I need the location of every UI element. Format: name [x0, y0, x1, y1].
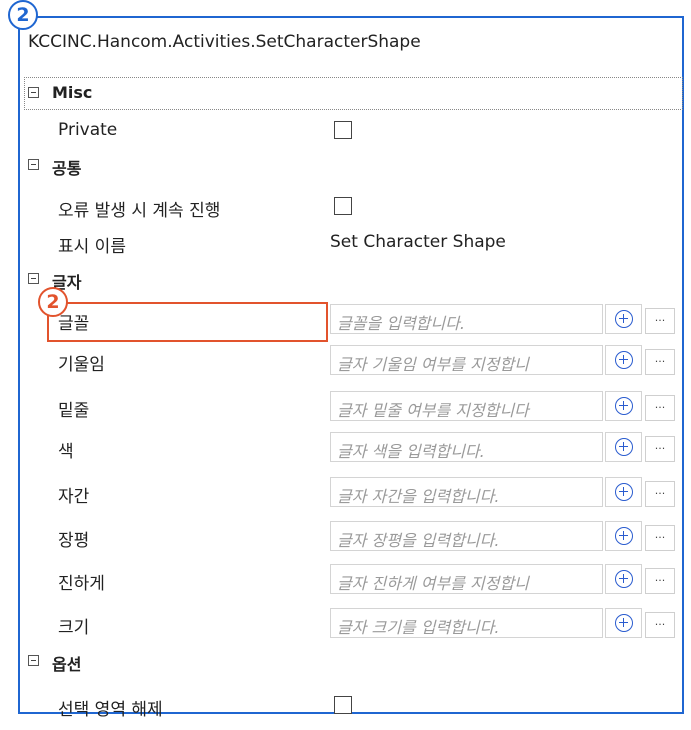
collapse-icon[interactable]: [28, 273, 39, 284]
category-char[interactable]: 글자: [24, 262, 681, 298]
property-row-continue-on-error: 오류 발생 시 계속 진행: [24, 188, 681, 224]
property-row-italic: 기울임 글자 기울임 여부를 지정합니 ...: [24, 342, 681, 378]
spacing-more-button[interactable]: ...: [645, 481, 675, 507]
category-label: 공통: [52, 159, 82, 178]
plus-circle-icon: [615, 310, 633, 328]
property-row-private: Private: [24, 112, 681, 148]
underline-more-button[interactable]: ...: [645, 395, 675, 421]
spacing-add-button[interactable]: [605, 477, 642, 507]
font-more-button[interactable]: ...: [645, 308, 675, 334]
bold-input[interactable]: 글자 진하게 여부를 지정합니: [330, 564, 603, 594]
property-row-deselect: 선택 영역 해제: [24, 687, 681, 723]
property-label: 색: [58, 442, 74, 462]
property-label: 자간: [58, 487, 90, 507]
plus-circle-icon: [615, 351, 633, 369]
plus-circle-icon: [615, 570, 633, 588]
property-label: 오류 발생 시 계속 진행: [58, 201, 221, 221]
size-input[interactable]: 글자 크기를 입력합니다.: [330, 608, 603, 638]
property-row-spacing: 자간 글자 자간을 입력합니다. ...: [24, 474, 681, 510]
bold-add-button[interactable]: [605, 564, 642, 594]
collapse-icon[interactable]: [28, 87, 39, 98]
property-label: 표시 이름: [58, 237, 126, 257]
ratio-more-button[interactable]: ...: [645, 525, 675, 551]
category-label: 옵션: [52, 655, 82, 674]
size-more-button[interactable]: ...: [645, 612, 675, 638]
plus-circle-icon: [615, 397, 633, 415]
step-callout-badge: 2: [8, 0, 38, 30]
size-add-button[interactable]: [605, 608, 642, 638]
bold-more-button[interactable]: ...: [645, 568, 675, 594]
property-label: 기울임: [58, 355, 105, 375]
plus-circle-icon: [615, 614, 633, 632]
collapse-icon[interactable]: [28, 159, 39, 170]
property-label: 밑줄: [58, 401, 90, 421]
plus-circle-icon: [615, 527, 633, 545]
property-label: 크기: [58, 618, 90, 638]
property-row-ratio: 장평 글자 장평을 입력합니다. ...: [24, 518, 681, 554]
property-label: 선택 영역 해제: [58, 700, 163, 720]
font-callout-badge: 2: [38, 287, 68, 317]
font-input[interactable]: 글꼴을 입력합니다.: [330, 304, 603, 334]
font-add-button[interactable]: [605, 304, 642, 334]
deselect-checkbox[interactable]: [334, 696, 352, 714]
category-label: Misc: [52, 83, 93, 102]
category-misc[interactable]: Misc: [24, 76, 681, 112]
property-row-underline: 밑줄 글자 밑줄 여부를 지정합니다 ...: [24, 388, 681, 424]
property-row-size: 크기 글자 크기를 입력합니다. ...: [24, 605, 681, 641]
collapse-icon[interactable]: [28, 655, 39, 666]
plus-circle-icon: [615, 438, 633, 456]
italic-input[interactable]: 글자 기울임 여부를 지정합니: [330, 345, 603, 375]
underline-add-button[interactable]: [605, 391, 642, 421]
category-common[interactable]: 공통: [24, 148, 681, 184]
color-more-button[interactable]: ...: [645, 436, 675, 462]
property-label: 장평: [58, 531, 90, 551]
property-label: Private: [58, 120, 118, 140]
category-options[interactable]: 옵션: [24, 644, 681, 680]
continue-on-error-checkbox[interactable]: [334, 197, 352, 215]
ratio-add-button[interactable]: [605, 521, 642, 551]
property-row-color: 색 글자 색을 입력합니다. ...: [24, 429, 681, 465]
italic-more-button[interactable]: ...: [645, 349, 675, 375]
spacing-input[interactable]: 글자 자간을 입력합니다.: [330, 477, 603, 507]
property-row-display-name: 표시 이름 Set Character Shape: [24, 224, 681, 260]
color-input[interactable]: 글자 색을 입력합니다.: [330, 432, 603, 462]
color-add-button[interactable]: [605, 432, 642, 462]
plus-circle-icon: [615, 483, 633, 501]
activity-title: KCCINC.Hancom.Activities.SetCharacterSha…: [28, 32, 421, 52]
underline-input[interactable]: 글자 밑줄 여부를 지정합니다: [330, 391, 603, 421]
display-name-value[interactable]: Set Character Shape: [330, 232, 506, 252]
private-checkbox[interactable]: [334, 121, 352, 139]
font-highlight-box: [47, 302, 328, 342]
ratio-input[interactable]: 글자 장평을 입력합니다.: [330, 521, 603, 551]
property-row-bold: 진하게 글자 진하게 여부를 지정합니 ...: [24, 561, 681, 597]
property-label: 진하게: [58, 574, 105, 594]
italic-add-button[interactable]: [605, 345, 642, 375]
